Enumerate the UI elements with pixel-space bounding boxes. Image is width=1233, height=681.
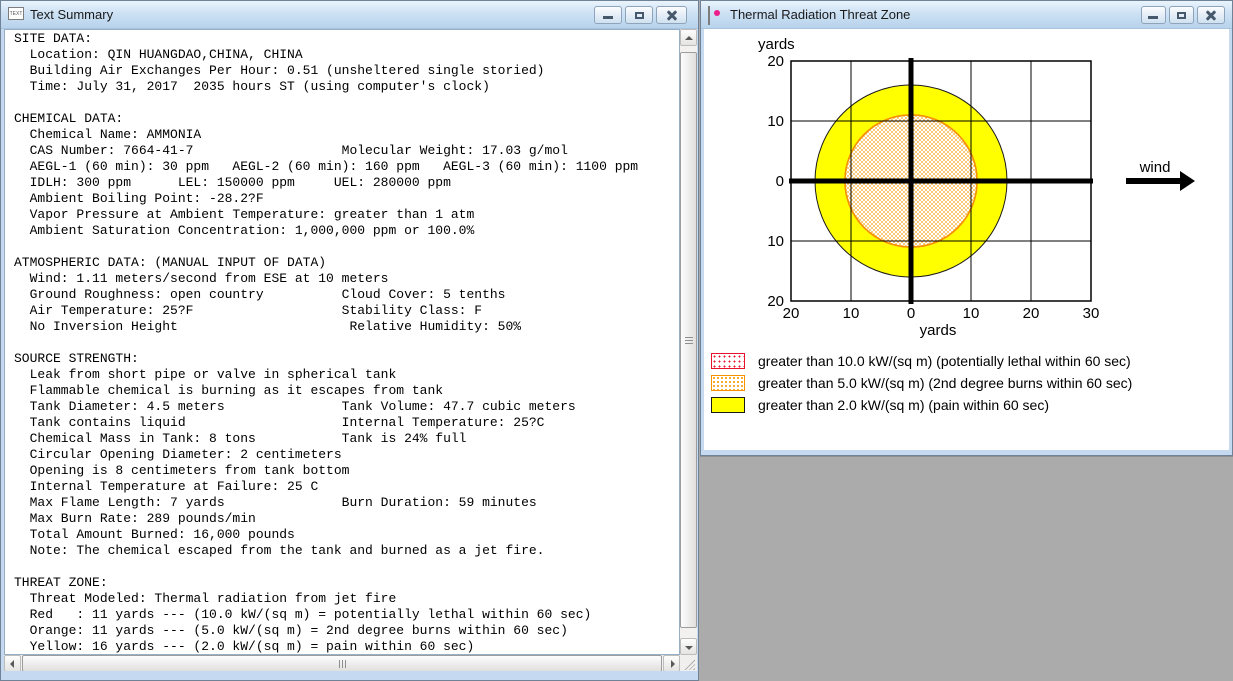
- arrow-up-icon: [685, 36, 693, 40]
- arrow-right-icon: [671, 660, 675, 668]
- horizontal-scrollbar-thumb[interactable]: [22, 655, 662, 672]
- text-line: SOURCE STRENGTH:: [14, 351, 139, 366]
- text-line: Tank Diameter: 4.5 meters Tank Volume: 4…: [14, 399, 576, 414]
- window-border: [1, 671, 698, 680]
- text-summary-content: SITE DATA: Location: QIN HUANGDAO,CHINA,…: [4, 29, 680, 655]
- text-line: Threat Modeled: Thermal radiation from j…: [14, 591, 397, 606]
- svg-text:20: 20: [783, 305, 800, 322]
- text-line: Opening is 8 centimeters from tank botto…: [14, 463, 350, 478]
- text-line: AEGL-1 (60 min): 30 ppm AEGL-2 (60 min):…: [14, 159, 639, 174]
- svg-text:10: 10: [843, 305, 860, 322]
- scroll-left-button[interactable]: [4, 655, 21, 672]
- svg-text:yards: yards: [920, 322, 957, 339]
- arrow-down-icon: [685, 646, 693, 650]
- text-line: ATMOSPHERIC DATA: (MANUAL INPUT OF DATA): [14, 255, 327, 270]
- text-line: CHEMICAL DATA:: [14, 111, 124, 126]
- wind-label: wind: [1139, 159, 1171, 176]
- text-line: Ambient Boiling Point: -28.2?F: [14, 191, 264, 206]
- text-line: SITE DATA:: [14, 31, 93, 46]
- resize-grip[interactable]: [680, 655, 697, 672]
- text-line: Chemical Mass in Tank: 8 tons Tank is 24…: [14, 431, 467, 446]
- text-line: Flammable chemical is burning as it esca…: [14, 383, 444, 398]
- text-line: Yellow: 16 yards --- (2.0 kW/(sq m) = pa…: [14, 639, 475, 654]
- text-line: Note: The chemical escaped from the tank…: [14, 543, 545, 558]
- text-summary-title: Text Summary: [30, 7, 114, 22]
- threat-zone-window: Thermal Radiation Threat Zone 20 10 0 10…: [700, 0, 1233, 456]
- text-summary-lines: SITE DATA: Location: QIN HUANGDAO,CHINA,…: [5, 31, 679, 654]
- text-line: [5, 559, 679, 575]
- legend-swatch-red-dotted: [711, 353, 745, 369]
- text-line: THREAT ZONE:: [14, 575, 108, 590]
- text-line: Location: QIN HUANGDAO,CHINA, CHINA: [14, 47, 303, 62]
- text-line: Max Flame Length: 7 yards Burn Duration:…: [14, 495, 537, 510]
- text-line: Total Amount Burned: 16,000 pounds: [14, 527, 295, 542]
- legend-swatch-orange-dotted: [711, 375, 745, 391]
- arrow-left-icon: [10, 660, 14, 668]
- minimize-icon: [603, 16, 613, 19]
- legend-swatch-yellow-solid: [711, 397, 745, 413]
- thumb-grip-icon: [685, 337, 693, 344]
- text-line: [5, 335, 679, 351]
- maximize-icon: [635, 12, 644, 19]
- svg-text:10: 10: [963, 305, 980, 322]
- text-line: CAS Number: 7664-41-7 Molecular Weight: …: [14, 143, 568, 158]
- text-line: Time: July 31, 2017 2035 hours ST (using…: [14, 79, 490, 94]
- svg-text:10: 10: [767, 233, 784, 250]
- svg-text:0: 0: [907, 305, 915, 322]
- thumb-grip-icon: [339, 660, 346, 668]
- minimize-button[interactable]: [594, 6, 622, 24]
- text-line: No Inversion Height Relative Humidity: 5…: [14, 319, 522, 334]
- vertical-scrollbar[interactable]: [680, 29, 697, 655]
- scroll-up-button[interactable]: [680, 29, 697, 46]
- svg-text:yards: yards: [758, 36, 795, 53]
- svg-text:20: 20: [767, 53, 784, 70]
- text-line: IDLH: 300 ppm LEL: 150000 ppm UEL: 28000…: [14, 175, 451, 190]
- text-line: Wind: 1.11 meters/second from ESE at 10 …: [14, 271, 389, 286]
- text-line: Max Burn Rate: 289 pounds/min: [14, 511, 256, 526]
- svg-text:10: 10: [767, 113, 784, 130]
- legend-label: greater than 10.0 kW/(sq m) (potentially…: [758, 353, 1131, 369]
- horizontal-scrollbar[interactable]: [4, 655, 680, 672]
- desktop-background: [700, 456, 1233, 681]
- text-line: Orange: 11 yards --- (5.0 kW/(sq m) = 2n…: [14, 623, 568, 638]
- svg-text:30: 30: [1083, 305, 1100, 322]
- resize-grip-icon: [684, 659, 695, 670]
- text-line: Air Temperature: 25?F Stability Class: F: [14, 303, 483, 318]
- threat-zone-content: 20 10 0 10 20 30 20 10 0 10 20 yards yards wind great…: [704, 29, 1229, 450]
- legend-label: greater than 2.0 kW/(sq m) (pain within …: [758, 397, 1050, 413]
- screen: TEXT Text Summary SITE DATA: Location: Q…: [0, 0, 1233, 681]
- text-summary-titlebar[interactable]: TEXT Text Summary: [1, 1, 698, 29]
- text-line: Circular Opening Diameter: 2 centimeters: [14, 447, 342, 462]
- text-line: Building Air Exchanges Per Hour: 0.51 (u…: [14, 63, 545, 78]
- scroll-right-button[interactable]: [663, 655, 680, 672]
- text-line: Ambient Saturation Concentration: 1,000,…: [14, 223, 475, 238]
- text-line: Chemical Name: AMMONIA: [14, 127, 202, 142]
- scroll-down-button[interactable]: [680, 638, 697, 655]
- text-line: Red : 11 yards --- (10.0 kW/(sq m) = pot…: [14, 607, 592, 622]
- close-button[interactable]: [656, 6, 687, 24]
- text-line: [5, 95, 679, 111]
- vertical-scrollbar-thumb[interactable]: [680, 52, 697, 628]
- text-line: Tank contains liquid Internal Temperatur…: [14, 415, 545, 430]
- text-line: Vapor Pressure at Ambient Temperature: g…: [14, 207, 475, 222]
- svg-text:0: 0: [776, 173, 784, 190]
- legend-item-red: greater than 10.0 kW/(sq m) (potentially…: [711, 352, 1131, 370]
- legend-item-orange: greater than 5.0 kW/(sq m) (2nd degree b…: [711, 374, 1132, 392]
- text-line: Ground Roughness: open country Cloud Cov…: [14, 287, 506, 302]
- text-document-icon: TEXT: [8, 7, 24, 20]
- maximize-button[interactable]: [625, 6, 653, 24]
- text-summary-window: TEXT Text Summary SITE DATA: Location: Q…: [0, 0, 699, 681]
- text-line: [5, 239, 679, 255]
- svg-text:20: 20: [767, 293, 784, 310]
- svg-text:20: 20: [1023, 305, 1040, 322]
- legend-item-yellow: greater than 2.0 kW/(sq m) (pain within …: [711, 396, 1049, 414]
- text-line: Leak from short pipe or valve in spheric…: [14, 367, 397, 382]
- text-line: Internal Temperature at Failure: 25 C: [14, 479, 319, 494]
- legend-label: greater than 5.0 kW/(sq m) (2nd degree b…: [758, 375, 1133, 391]
